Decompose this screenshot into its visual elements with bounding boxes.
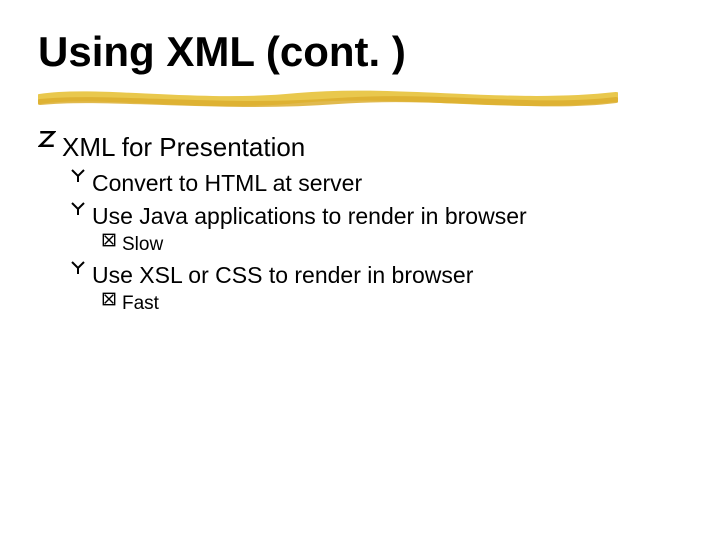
- y-bullet-icon: [70, 168, 86, 184]
- bullet-level2: Convert to HTML at server: [70, 168, 682, 198]
- slide-title: Using XML (cont. ): [38, 30, 682, 74]
- bullet-text: Convert to HTML at server: [92, 168, 362, 198]
- bullet-level3: Fast: [102, 292, 682, 316]
- bullet-text: Slow: [122, 233, 163, 257]
- bullet-level2: Use XSL or CSS to render in browser: [70, 260, 682, 290]
- y-bullet-icon: [70, 260, 86, 276]
- title-underline: [38, 88, 618, 110]
- bullet-text: XML for Presentation: [62, 130, 305, 164]
- bullet-text: Use Java applications to render in brows…: [92, 201, 527, 231]
- bullet-text: Fast: [122, 292, 159, 316]
- y-bullet-icon: [70, 201, 86, 217]
- slide-content: XML for Presentation Convert to HTML at …: [38, 130, 682, 316]
- x-bullet-icon: [102, 292, 116, 306]
- slide: Using XML (cont. ) XML for Presentation …: [0, 0, 720, 540]
- bullet-text: Use XSL or CSS to render in browser: [92, 260, 473, 290]
- bullet-level3: Slow: [102, 233, 682, 257]
- bullet-level1: XML for Presentation: [38, 130, 682, 164]
- x-bullet-icon: [102, 233, 116, 247]
- bullet-level2: Use Java applications to render in brows…: [70, 201, 682, 231]
- z-bullet-icon: [38, 130, 56, 148]
